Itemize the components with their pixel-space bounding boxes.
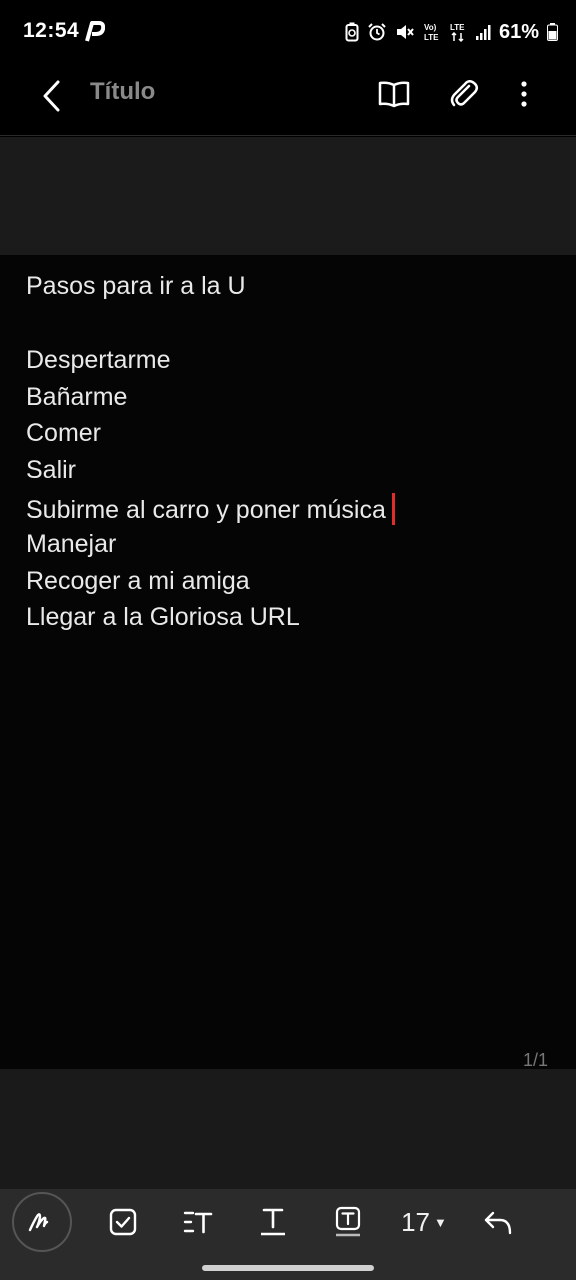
undo-button[interactable] (470, 1193, 526, 1251)
note-heading: Pasos para ir a la U (26, 272, 246, 300)
paragraph-style-button[interactable] (170, 1193, 226, 1251)
attach-button[interactable] (442, 72, 486, 116)
alarm-icon (367, 22, 387, 42)
note-line: Comer (26, 419, 102, 447)
handwriting-button[interactable] (12, 1192, 72, 1252)
status-time: 12:54 (23, 19, 80, 42)
more-vertical-icon (521, 81, 527, 107)
editing-toolbar: 17 ▼ (0, 1189, 576, 1257)
text-format-icon (261, 1208, 285, 1236)
undo-icon (484, 1211, 512, 1235)
note-line: Recoger a mi amiga (26, 567, 250, 595)
text-style-button[interactable] (245, 1193, 301, 1251)
text-highlight-button[interactable] (320, 1193, 376, 1251)
note-line: Salir (26, 456, 77, 484)
lte-data-icon: LTE (449, 21, 467, 43)
app-bar: Título (0, 64, 576, 136)
svg-text:LTE: LTE (424, 33, 439, 42)
book-icon (378, 81, 410, 108)
pen-icon (28, 1213, 49, 1232)
text-box-icon (335, 1206, 361, 1237)
reading-mode-button[interactable] (372, 72, 416, 116)
system-navigation (0, 1257, 576, 1280)
home-gesture-handle[interactable] (202, 1265, 374, 1271)
note-line-active: Subirme al carro y poner música (26, 493, 395, 525)
note-line-text: Subirme al carro y poner música (26, 496, 386, 524)
signal-icon (475, 23, 491, 41)
text-cursor (391, 493, 395, 525)
note-line: Manejar (26, 530, 117, 558)
note-footer-area (0, 1069, 576, 1189)
status-icons: Vo) LTE LTE 61% (345, 20, 558, 44)
back-arrow-icon (43, 80, 60, 112)
dropdown-arrow-icon: ▼ (434, 1214, 447, 1230)
paperclip-icon (450, 80, 478, 107)
battery-percentage: 61% (498, 20, 539, 43)
checkbox-button[interactable] (95, 1193, 151, 1251)
battery-icon (547, 23, 558, 41)
app-notification-icon (83, 21, 106, 43)
font-size-value: 17 (401, 1206, 431, 1237)
note-editor[interactable]: Pasos para ir a la U Despertarme Bañarme… (0, 255, 576, 1070)
back-button[interactable] (30, 74, 74, 118)
note-line: Bañarme (26, 383, 128, 411)
checkbox-icon (109, 1208, 137, 1236)
battery-saver-icon (345, 22, 359, 42)
note-line: Llegar a la Gloriosa URL (26, 603, 300, 631)
note-header-area (0, 137, 576, 255)
page-counter: 1/1 (522, 1050, 548, 1070)
volte-icon: Vo) LTE (423, 21, 441, 43)
paragraph-icon (183, 1211, 213, 1234)
mute-icon (395, 22, 415, 42)
font-size-dropdown[interactable]: 17 ▼ (392, 1193, 456, 1251)
note-line: Despertarme (26, 346, 171, 374)
svg-text:Vo): Vo) (424, 23, 437, 32)
more-options-button[interactable] (502, 72, 546, 116)
status-bar: 12:54 Vo) LTE LTE 61% (0, 0, 576, 64)
svg-text:LTE: LTE (450, 23, 465, 32)
note-title[interactable]: Título (90, 78, 155, 106)
